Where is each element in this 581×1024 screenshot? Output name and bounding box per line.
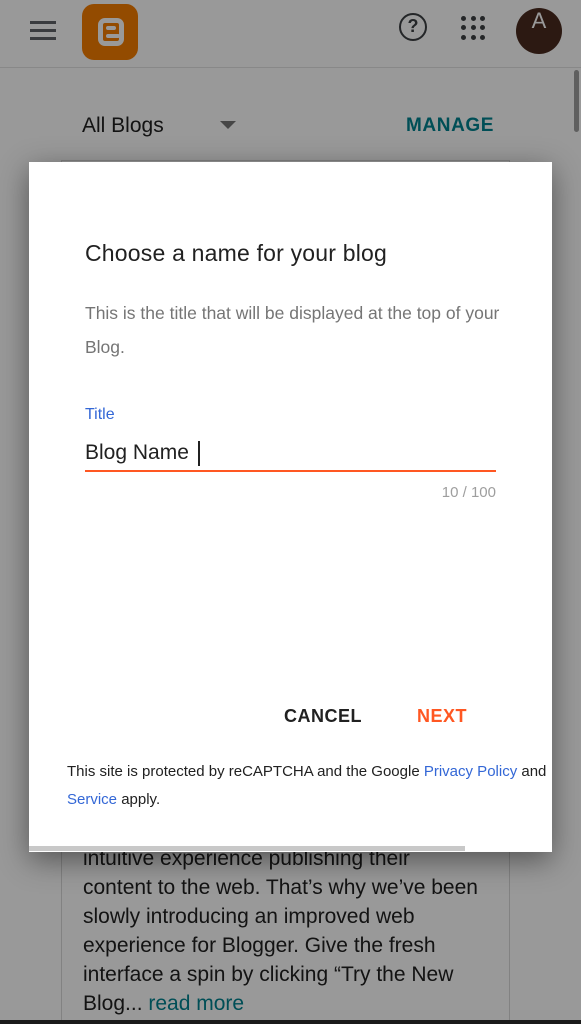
terms-of-service-link[interactable]: Service [67,791,117,808]
title-field-label: Title [85,406,115,423]
bottom-edge [0,1020,581,1024]
name-blog-dialog: Choose a name for your blog This is the … [29,162,552,852]
blog-title-input[interactable] [85,436,496,472]
privacy-policy-link[interactable]: Privacy Policy [424,763,517,780]
dialog-description: This is the title that will be displayed… [85,303,500,357]
recaptcha-prefix: This site is protected by reCAPTCHA and … [67,763,424,780]
cancel-button[interactable]: CANCEL [284,702,362,730]
dialog-horizontal-scrollbar[interactable] [29,846,465,851]
recaptcha-middle: and [517,763,547,780]
recaptcha-suffix: apply. [117,791,161,808]
dialog-title: Choose a name for your blog [85,240,388,266]
text-cursor [198,441,200,466]
recaptcha-notice: This site is protected by reCAPTCHA and … [67,758,552,816]
next-button[interactable]: NEXT [417,702,467,730]
character-counter: 10 / 100 [441,484,496,501]
